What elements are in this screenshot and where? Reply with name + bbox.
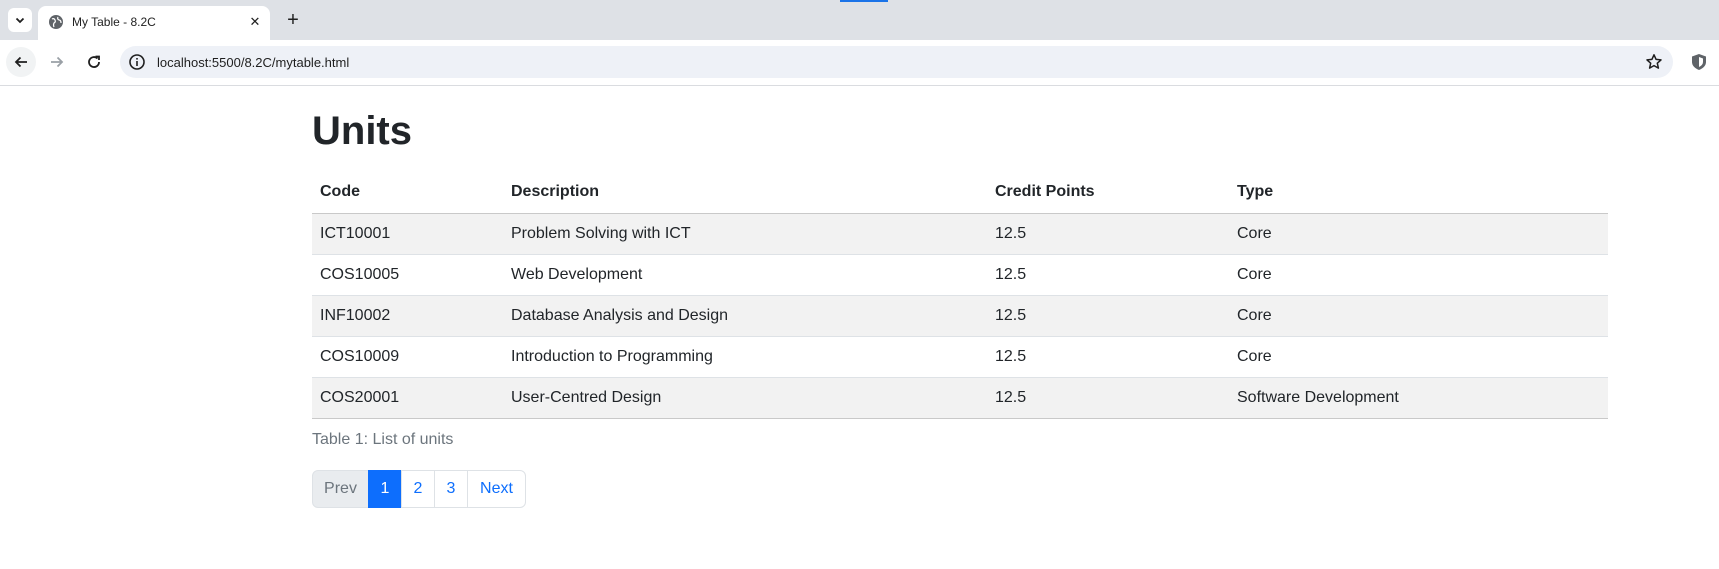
- pagination-page-1[interactable]: 1: [368, 469, 402, 508]
- page-content: Units Code Description Credit Points Typ…: [312, 87, 1608, 508]
- forward-button[interactable]: [42, 47, 72, 77]
- cell-type: Core: [1229, 336, 1608, 378]
- pagination-prev-button: Prev: [312, 469, 369, 508]
- cell-type: Core: [1229, 295, 1608, 337]
- new-tab-button[interactable]: +: [282, 9, 304, 31]
- cell-description: Problem Solving with ICT: [503, 213, 987, 255]
- cell-code: INF10002: [312, 295, 503, 337]
- units-table: Code Description Credit Points Type ICT1…: [312, 172, 1608, 419]
- cell-credit-points: 12.5: [987, 377, 1229, 419]
- cell-credit-points: 12.5: [987, 213, 1229, 255]
- cell-description: Web Development: [503, 254, 987, 296]
- cell-code: COS20001: [312, 377, 503, 419]
- column-header-type: Type: [1229, 172, 1608, 214]
- tab-strip: My Table - 8.2C ✕ +: [0, 0, 1719, 40]
- cell-credit-points: 12.5: [987, 254, 1229, 296]
- cell-type: Software Development: [1229, 377, 1608, 419]
- pagination-page-2[interactable]: 2: [401, 469, 435, 508]
- cell-code: ICT10001: [312, 213, 503, 255]
- column-header-code: Code: [312, 172, 503, 214]
- cell-type: Core: [1229, 213, 1608, 255]
- cell-description: Database Analysis and Design: [503, 295, 987, 337]
- column-header-credit-points: Credit Points: [987, 172, 1229, 214]
- cell-credit-points: 12.5: [987, 295, 1229, 337]
- table-caption: Table 1: List of units: [312, 430, 454, 448]
- table-row: COS10005 Web Development 12.5 Core: [312, 254, 1608, 296]
- shield-extension-icon[interactable]: [1689, 52, 1709, 72]
- browser-toolbar: localhost:5500/8.2C/mytable.html: [0, 40, 1719, 86]
- browser-tab[interactable]: My Table - 8.2C ✕: [38, 6, 270, 40]
- table-row: COS20001 User-Centred Design 12.5 Softwa…: [312, 377, 1608, 419]
- pagination-page-3[interactable]: 3: [434, 469, 468, 508]
- close-tab-icon[interactable]: ✕: [246, 13, 264, 31]
- table-header-row: Code Description Credit Points Type: [312, 172, 1608, 214]
- table-row: COS10009 Introduction to Programming 12.…: [312, 336, 1608, 378]
- back-button[interactable]: [6, 47, 36, 77]
- arrow-left-icon: [14, 56, 27, 68]
- tab-accent-bar: [840, 0, 888, 2]
- globe-icon: [49, 15, 63, 29]
- url-text[interactable]: localhost:5500/8.2C/mytable.html: [157, 55, 349, 70]
- pagination: Prev 1 2 3 Next: [312, 469, 1608, 508]
- table-row: INF10002 Database Analysis and Design 12…: [312, 295, 1608, 337]
- cell-code: COS10005: [312, 254, 503, 296]
- tab-search-button[interactable]: [8, 8, 32, 32]
- column-header-description: Description: [503, 172, 987, 214]
- pagination-next-button[interactable]: Next: [467, 469, 526, 508]
- info-icon[interactable]: [128, 53, 146, 71]
- address-bar[interactable]: localhost:5500/8.2C/mytable.html: [120, 46, 1673, 78]
- cell-description: Introduction to Programming: [503, 336, 987, 378]
- tab-title: My Table - 8.2C: [72, 15, 156, 29]
- reload-icon: [88, 55, 100, 68]
- cell-type: Core: [1229, 254, 1608, 296]
- page-title: Units: [312, 109, 412, 153]
- table-row: ICT10001 Problem Solving with ICT 12.5 C…: [312, 213, 1608, 255]
- cell-credit-points: 12.5: [987, 336, 1229, 378]
- cell-code: COS10009: [312, 336, 503, 378]
- cell-description: User-Centred Design: [503, 377, 987, 419]
- bookmark-star-icon[interactable]: [1645, 53, 1663, 71]
- chevron-down-icon: [15, 17, 25, 24]
- arrow-right-icon: [51, 56, 64, 68]
- reload-button[interactable]: [79, 47, 109, 77]
